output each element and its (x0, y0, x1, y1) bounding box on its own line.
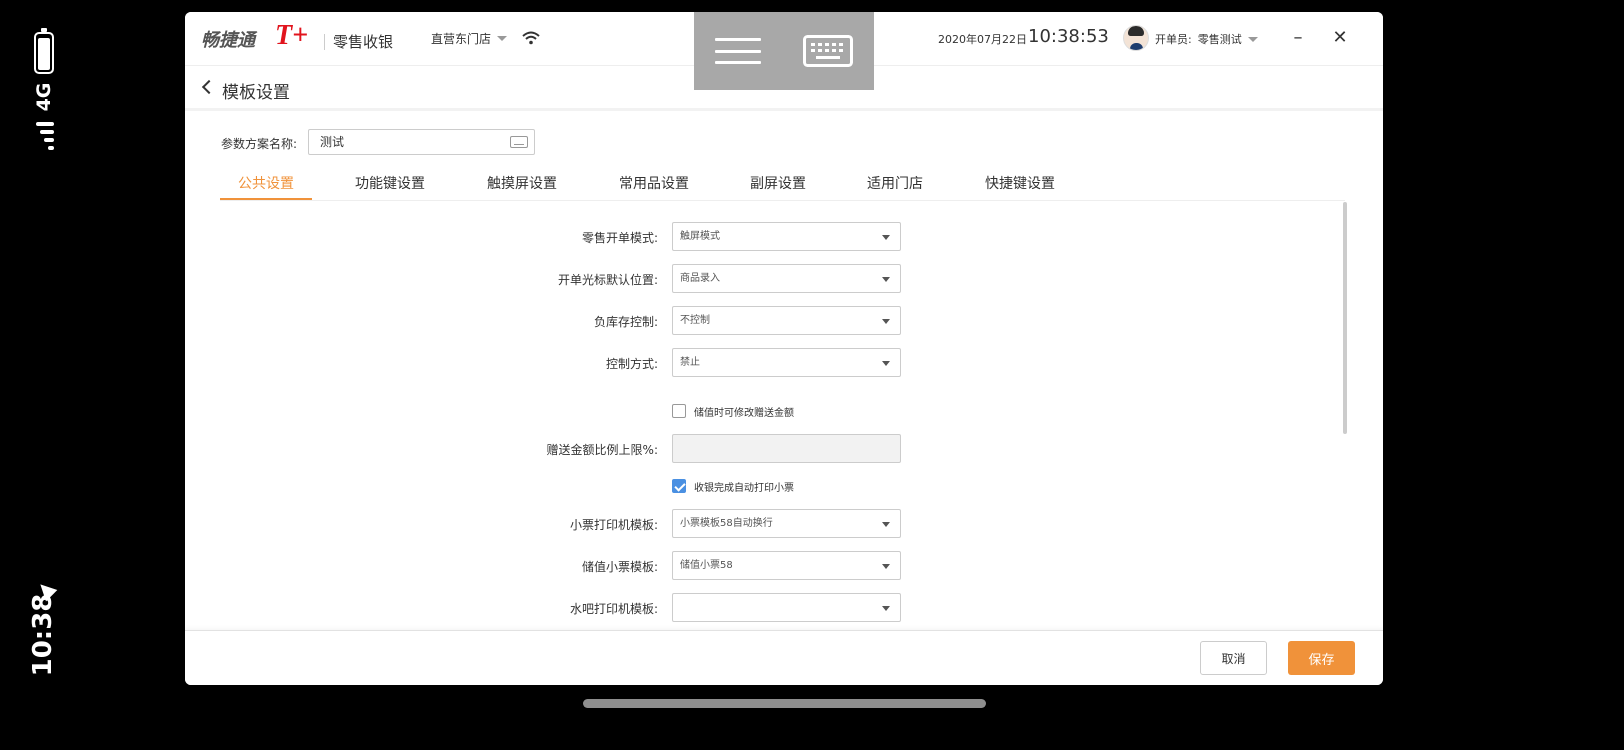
settings-form: 零售开单模式: 触屏模式 开单光标默认位置: 商品录入 负库存控制: 不控制 控… (185, 202, 1383, 630)
tab-shortcuts[interactable]: 快捷键设置 (985, 173, 1055, 193)
operator-label: 开单员: (1155, 33, 1192, 46)
caret-down-icon (1247, 36, 1258, 42)
modify-gift-checkbox[interactable] (672, 404, 686, 418)
floating-toolbar (694, 12, 874, 90)
modify-gift-checkbox-row[interactable]: 储值时可修改赠送金额 (672, 402, 794, 420)
wifi-icon (522, 31, 540, 45)
scheme-name-input[interactable]: 测试 (308, 129, 535, 155)
header-date: 2020年07月22日 (938, 33, 1027, 46)
store-selector[interactable]: 直营东门店 (431, 30, 508, 47)
header-time: 10:38:53 (1028, 26, 1109, 47)
form-row-retail-mode: 零售开单模式: 触屏模式 (185, 222, 1383, 252)
keyboard-icon[interactable] (510, 136, 528, 148)
scheme-name-label: 参数方案名称: (221, 137, 298, 151)
footer-bar: 取消 保存 (185, 630, 1383, 685)
cursor-position-label: 开单光标默认位置: (557, 273, 658, 287)
phone-clock: 10:38 (28, 593, 58, 677)
caret-down-icon (497, 36, 508, 41)
receipt-template-select[interactable]: 小票模板58自动换行 (672, 509, 901, 538)
store-name: 直营东门店 (431, 32, 492, 46)
bar-template-label: 水吧打印机模板: (569, 602, 658, 616)
form-row-cursor-position: 开单光标默认位置: 商品录入 (185, 264, 1383, 294)
gift-ratio-label: 赠送金额比例上限%: (546, 443, 658, 457)
receipt-template-label: 小票打印机模板: (569, 518, 658, 532)
retail-mode-value: 触屏模式 (680, 231, 720, 242)
form-row-bar-template: 水吧打印机模板: (185, 593, 1383, 623)
control-mode-select[interactable]: 禁止 (672, 348, 901, 377)
tab-secondary-screen[interactable]: 副屏设置 (750, 173, 806, 193)
caret-down-icon (882, 319, 890, 324)
stored-value-template-value: 储值小票58 (680, 560, 733, 571)
caret-down-icon (882, 522, 890, 527)
operator-selector[interactable]: 开单员: 零售测试 (1155, 31, 1258, 47)
bar-template-select[interactable] (672, 593, 901, 622)
control-mode-label: 控制方式: (605, 357, 658, 371)
save-button[interactable]: 保存 (1288, 641, 1355, 675)
tab-applicable-stores[interactable]: 适用门店 (867, 173, 923, 193)
avatar[interactable] (1123, 25, 1149, 51)
signal-icon (36, 122, 54, 156)
brand-divider (324, 34, 325, 50)
form-row-negative-stock: 负库存控制: 不控制 (185, 306, 1383, 336)
tab-common-items[interactable]: 常用品设置 (619, 173, 689, 193)
control-mode-value: 禁止 (680, 357, 700, 368)
auto-print-checkbox-row[interactable]: 收银完成自动打印小票 (672, 477, 794, 495)
retail-mode-select[interactable]: 触屏模式 (672, 222, 901, 251)
scheme-name-value: 测试 (320, 135, 345, 149)
negative-stock-label: 负库存控制: (593, 315, 658, 329)
caret-down-icon (882, 361, 890, 366)
page-title: 模板设置 (222, 83, 290, 103)
menu-icon[interactable] (715, 38, 761, 64)
app-window: 畅捷通 T+ 零售收银 直营东门店 2020年07月22日 10:38:53 开… (185, 12, 1383, 685)
negative-stock-select[interactable]: 不控制 (672, 306, 901, 335)
form-row-control-mode: 控制方式: 禁止 (185, 348, 1383, 378)
tab-public-settings[interactable]: 公共设置 (238, 173, 294, 193)
form-row-stored-value-template: 储值小票模板: 储值小票58 (185, 551, 1383, 581)
receipt-template-value: 小票模板58自动换行 (680, 518, 773, 529)
negative-stock-value: 不控制 (680, 315, 710, 326)
tab-touchscreen[interactable]: 触摸屏设置 (487, 173, 557, 193)
caret-down-icon (882, 564, 890, 569)
stored-value-template-label: 储值小票模板: (581, 560, 658, 574)
caret-down-icon (882, 277, 890, 282)
keyboard-icon[interactable] (803, 35, 853, 67)
auto-print-label: 收银完成自动打印小票 (694, 482, 794, 494)
retail-mode-label: 零售开单模式: (581, 231, 658, 245)
home-indicator[interactable] (583, 699, 986, 708)
minimize-icon[interactable]: – (1287, 26, 1309, 48)
product-name: 零售收银 (333, 33, 394, 51)
close-icon[interactable]: ✕ (1329, 26, 1351, 48)
active-tab-indicator (220, 198, 312, 200)
caret-down-icon (882, 235, 890, 240)
form-row-receipt-template: 小票打印机模板: 小票模板58自动换行 (185, 509, 1383, 539)
tab-function-keys[interactable]: 功能键设置 (355, 173, 425, 193)
cursor-position-select[interactable]: 商品录入 (672, 264, 901, 293)
auto-print-checkbox[interactable] (672, 479, 686, 493)
cancel-button[interactable]: 取消 (1200, 641, 1267, 675)
back-chevron-icon[interactable] (201, 79, 217, 95)
cursor-position-value: 商品录入 (680, 273, 720, 284)
brand-name: 畅捷通 (201, 30, 255, 51)
settings-tabs: 公共设置 功能键设置 触摸屏设置 常用品设置 副屏设置 适用门店 快捷键设置 (220, 167, 1345, 201)
brand-logo: T+ (275, 20, 309, 51)
network-type: 4G (33, 82, 55, 112)
operator-name: 零售测试 (1197, 33, 1242, 46)
caret-down-icon (882, 606, 890, 611)
stored-value-template-select[interactable]: 储值小票58 (672, 551, 901, 580)
modify-gift-label: 储值时可修改赠送金额 (694, 407, 794, 419)
form-row-gift-ratio: 赠送金额比例上限%: (185, 434, 1383, 464)
phone-status-bar: 4G 10:38 (0, 0, 88, 724)
gift-ratio-input (672, 434, 901, 463)
